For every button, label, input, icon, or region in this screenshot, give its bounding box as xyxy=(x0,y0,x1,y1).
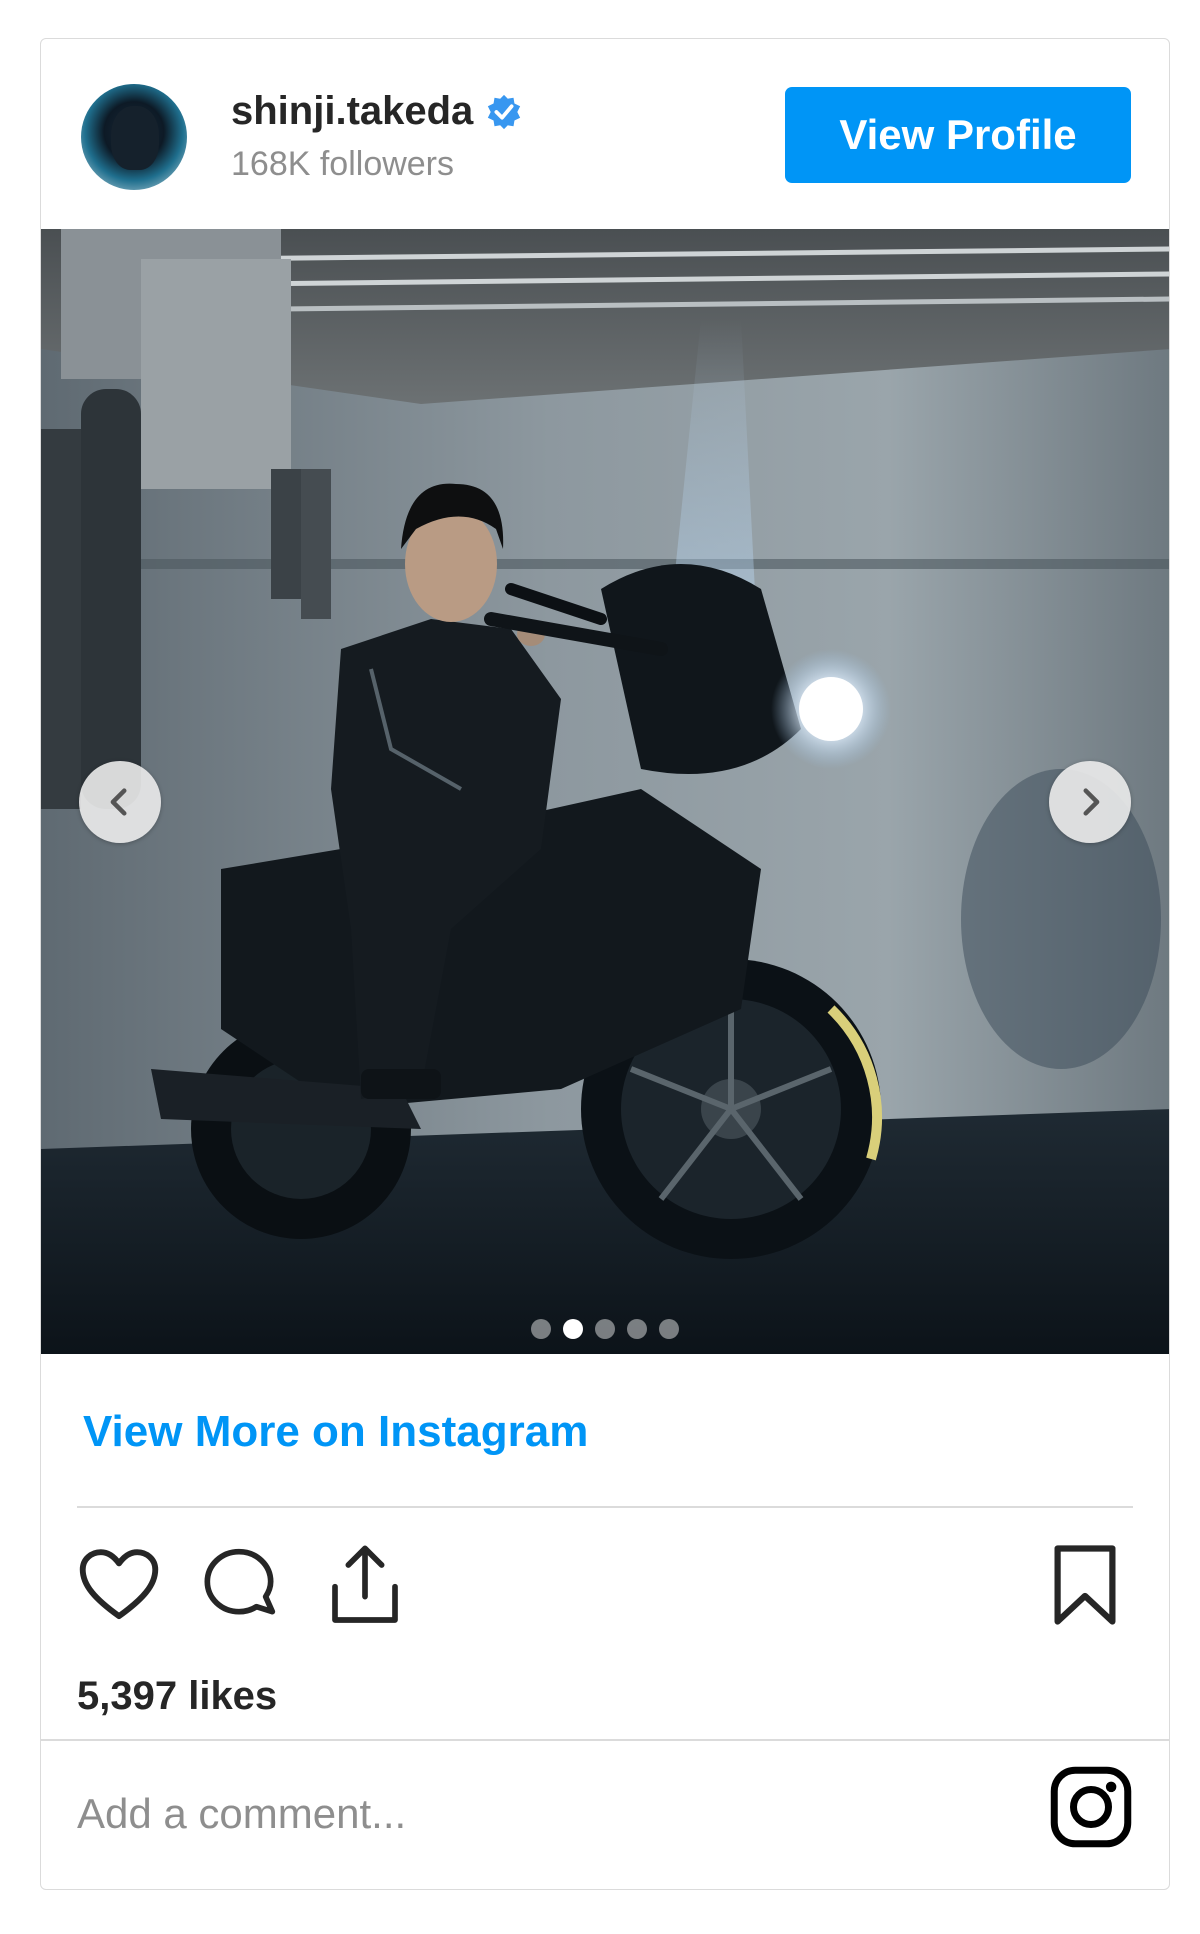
avatar[interactable] xyxy=(81,84,187,190)
carousel-dot xyxy=(595,1319,615,1339)
post-photo xyxy=(41,229,1169,1354)
instagram-embed-card: shinji.takeda 168K followers View Profil… xyxy=(40,38,1170,1890)
verified-badge-icon xyxy=(488,94,521,129)
comment-button[interactable] xyxy=(191,1537,287,1633)
carousel-dot xyxy=(563,1319,583,1339)
share-button[interactable] xyxy=(317,1537,413,1633)
carousel-next-button[interactable] xyxy=(1049,761,1131,843)
share-icon xyxy=(332,1545,398,1623)
divider xyxy=(77,1506,1133,1508)
chevron-left-icon xyxy=(110,788,127,816)
carousel-dot xyxy=(659,1319,679,1339)
post-media[interactable] xyxy=(41,229,1169,1354)
divider xyxy=(41,1739,1169,1741)
username-row: shinji.takeda xyxy=(231,89,523,134)
bookmark-icon xyxy=(1054,1545,1116,1625)
chevron-right-icon xyxy=(1083,788,1100,816)
comment-input[interactable] xyxy=(77,1779,957,1849)
view-more-link[interactable]: View More on Instagram xyxy=(83,1407,588,1457)
view-profile-button[interactable]: View Profile xyxy=(785,87,1131,183)
likes-count[interactable]: 5,397 likes xyxy=(77,1674,277,1719)
save-button[interactable] xyxy=(1037,1537,1133,1633)
heart-icon xyxy=(79,1549,159,1620)
carousel-dot xyxy=(627,1319,647,1339)
username[interactable]: shinji.takeda xyxy=(231,89,473,134)
carousel-dot xyxy=(531,1319,551,1339)
followers-count: 168K followers xyxy=(231,145,455,183)
instagram-icon[interactable] xyxy=(1049,1765,1133,1849)
post-header: shinji.takeda 168K followers View Profil… xyxy=(41,39,1169,229)
avatar-face xyxy=(111,106,159,170)
action-bar xyxy=(41,1537,1169,1647)
comment-icon xyxy=(204,1548,276,1615)
like-button[interactable] xyxy=(71,1537,167,1633)
carousel-indicator xyxy=(41,1319,1169,1339)
carousel-prev-button[interactable] xyxy=(79,761,161,843)
